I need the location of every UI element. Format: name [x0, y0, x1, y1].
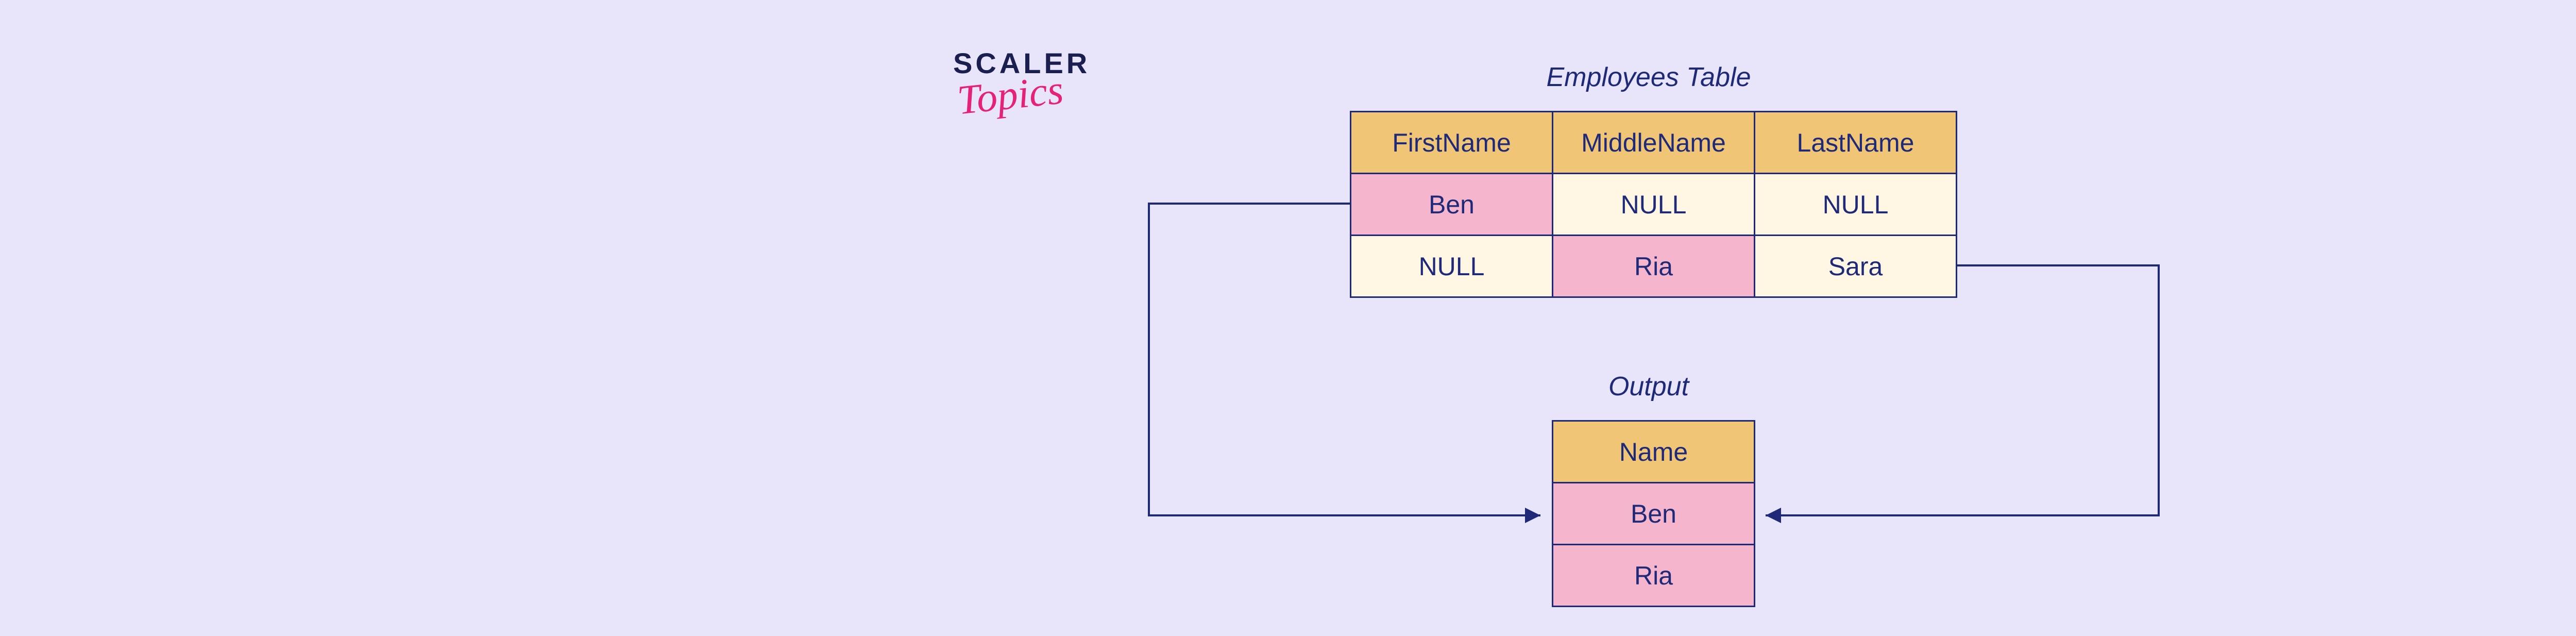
employees-table: FirstName MiddleName LastName Ben NULL N…: [1350, 111, 1957, 298]
table-header-row: Name: [1553, 421, 1755, 483]
cell-middlename: NULL: [1553, 174, 1755, 236]
flow-arrows: [0, 0, 2576, 636]
table-row: Ben NULL NULL: [1351, 174, 1957, 236]
cell-lastname: NULL: [1755, 174, 1957, 236]
col-header-lastname: LastName: [1755, 112, 1957, 174]
employees-table-title: Employees Table: [1494, 62, 1803, 93]
output-table-title: Output: [1494, 371, 1803, 402]
table-row: Ria: [1553, 545, 1755, 607]
output-table: Name Ben Ria: [1552, 420, 1755, 607]
output-cell: Ria: [1553, 545, 1755, 607]
col-header-firstname: FirstName: [1351, 112, 1553, 174]
col-header-name: Name: [1553, 421, 1755, 483]
output-cell: Ben: [1553, 483, 1755, 545]
scaler-topics-logo: SCALER Topics: [953, 46, 1090, 118]
table-header-row: FirstName MiddleName LastName: [1351, 112, 1957, 174]
col-header-middlename: MiddleName: [1553, 112, 1755, 174]
table-row: Ben: [1553, 483, 1755, 545]
cell-firstname: NULL: [1351, 236, 1553, 297]
cell-lastname: Sara: [1755, 236, 1957, 297]
cell-firstname: Ben: [1351, 174, 1553, 236]
table-row: NULL Ria Sara: [1351, 236, 1957, 297]
cell-middlename: Ria: [1553, 236, 1755, 297]
